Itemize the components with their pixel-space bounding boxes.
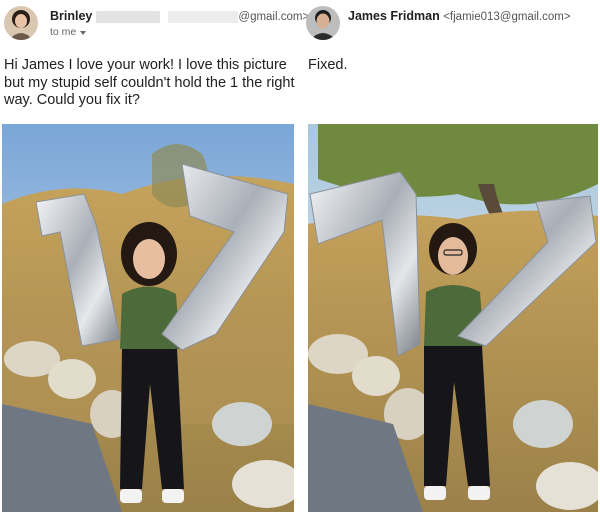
right-email-panel: James Fridman <fjamie013@gmail.com> Fixe… [302,0,600,512]
person-avatar-icon [306,6,340,40]
sender-name[interactable]: Brinley [50,9,92,23]
sender-avatar[interactable] [4,6,38,40]
email-body: Hi James I love your work! I love this p… [4,57,295,108]
sender-line: Brinley @gmail.com> [50,9,309,23]
recipient-label: to me [50,26,77,38]
woman-with-balloons-photo [2,124,294,512]
recipient-dropdown[interactable]: to me [50,26,87,38]
redacted-block [96,10,161,23]
redacted-block [168,10,239,23]
attached-photo[interactable] [2,124,294,512]
person-avatar-icon [4,6,38,40]
left-email-panel: Brinley @gmail.com> to me Hi James I love… [0,0,309,512]
sender-avatar[interactable] [306,6,340,40]
attached-photo[interactable] [308,124,598,512]
sender-name[interactable]: James Fridman [348,9,440,23]
woman-with-balloons-photo [308,124,598,512]
sender-line: James Fridman <fjamie013@gmail.com> [348,9,571,23]
email-header: Brinley @gmail.com> to me [0,0,309,44]
email-header: James Fridman <fjamie013@gmail.com> [302,0,600,44]
chevron-down-icon [80,30,87,35]
sender-email: <fjamie013@gmail.com> [443,11,571,23]
email-body: Fixed. [308,57,348,73]
sender-email-suffix: @gmail.com> [238,11,310,23]
